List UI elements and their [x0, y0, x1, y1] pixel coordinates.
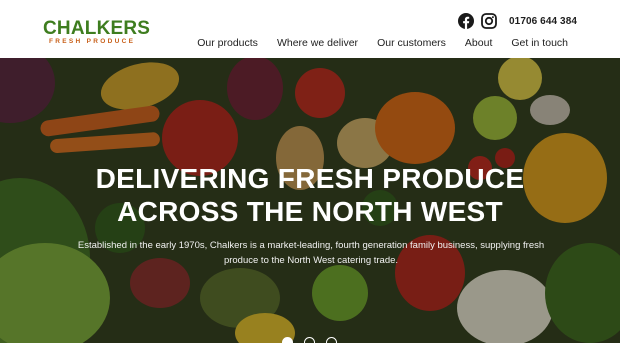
logo-wordmark: CHALKERS	[43, 18, 151, 39]
facebook-icon[interactable]	[458, 13, 474, 29]
chalkers-logo[interactable]: CHALKERS FRESH PRODUCE	[43, 18, 151, 46]
hero-title-line-2: ACROSS THE NORTH WEST	[117, 196, 503, 227]
hero-title-line-1: DELIVERING FRESH PRODUCE	[95, 163, 525, 194]
nav-item-where-we-deliver[interactable]: Where we deliver	[277, 37, 358, 49]
hero-banner: DELIVERING FRESH PRODUCE ACROSS THE NORT…	[0, 58, 620, 343]
logo-tagline: FRESH PRODUCE	[49, 38, 136, 45]
header-contact: 01706 644 384	[458, 13, 577, 29]
nav-item-our-products[interactable]: Our products	[197, 37, 258, 49]
instagram-icon[interactable]	[481, 13, 497, 29]
slider-dot-3[interactable]	[326, 337, 337, 343]
hero-title: DELIVERING FRESH PRODUCE ACROSS THE NORT…	[0, 162, 620, 228]
main-nav: Our products Where we deliver Our custom…	[178, 37, 568, 49]
phone-number[interactable]: 01706 644 384	[509, 16, 577, 27]
slider-pagination	[282, 337, 348, 343]
hero-description: Established in the early 1970s, Chalkers…	[77, 240, 545, 266]
slider-dot-1[interactable]	[282, 337, 293, 343]
nav-item-get-in-touch[interactable]: Get in touch	[511, 37, 568, 49]
nav-item-about[interactable]: About	[465, 37, 492, 49]
nav-item-our-customers[interactable]: Our customers	[377, 37, 446, 49]
slider-dot-2[interactable]	[304, 337, 315, 343]
site-header: CHALKERS FRESH PRODUCE 01706 644 384 Our…	[0, 0, 620, 58]
